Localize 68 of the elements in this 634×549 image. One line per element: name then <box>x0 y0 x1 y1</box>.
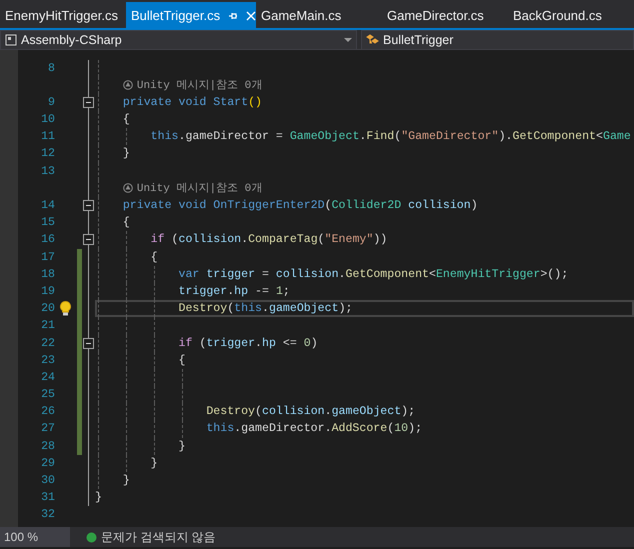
line-number: 29 <box>41 456 55 470</box>
code-line: { <box>150 250 158 264</box>
code-line: private void OnTriggerEnter2D(Collider2D collision) <box>122 199 478 212</box>
collapse-icon[interactable] <box>83 96 94 108</box>
line-number: 27 <box>41 422 55 436</box>
unity-icon <box>122 80 133 90</box>
code-line: { <box>122 113 130 126</box>
code-line: trigger.hp -= 1; <box>177 284 290 298</box>
line-number: 19 <box>41 284 55 298</box>
check-circle-icon <box>86 532 97 542</box>
line-number: 14 <box>41 199 55 212</box>
editor-tab[interactable]: GameDirector.cs <box>382 2 508 30</box>
line-number: 20 <box>41 302 55 316</box>
code-line: var trigger = collision.GetComponent<EnemyHitTrigger>(); <box>177 268 568 281</box>
problems-status[interactable]: 문제가 검색되지 않음 <box>101 527 216 547</box>
code-line: Destroy(this.gameObject); <box>177 302 352 316</box>
code-line: this.gameDirector.AddScore(10); <box>205 422 422 436</box>
code-line: } <box>122 474 130 487</box>
code-line: } <box>122 147 130 160</box>
line-number: 21 <box>41 319 55 332</box>
class-dropdown[interactable]: BulletTrigger <box>361 30 634 50</box>
unity-icon <box>122 182 133 193</box>
code-line: { <box>177 354 186 367</box>
editor-tab[interactable]: BackGround.cs <box>508 2 634 30</box>
code-line: } <box>95 491 102 504</box>
code-line: this.gameDirector = GameObject.Find("GameDirector").GetComponent<Game <box>150 130 631 144</box>
line-number: 24 <box>41 370 55 384</box>
line-number: 12 <box>41 147 55 160</box>
zoom-level[interactable]: 100 % <box>0 527 70 547</box>
code-line: } <box>177 440 186 453</box>
line-number: 22 <box>41 336 55 350</box>
line-number: 13 <box>41 164 55 178</box>
line-number: 31 <box>41 491 55 504</box>
collapse-icon[interactable] <box>83 338 94 348</box>
line-number: 17 <box>41 250 55 264</box>
line-number: 18 <box>41 268 55 281</box>
line-number: 23 <box>41 354 55 367</box>
class-icon <box>366 34 379 46</box>
dropdown-caret-icon <box>344 38 352 42</box>
line-number: 9 <box>48 96 55 109</box>
line-number: 8 <box>48 62 55 74</box>
project-icon <box>5 34 17 46</box>
collapse-icon[interactable] <box>83 200 94 211</box>
code-line: Destroy(collision.gameObject); <box>205 405 416 418</box>
pin-icon[interactable] <box>228 11 238 21</box>
close-icon[interactable] <box>246 11 256 21</box>
collapse-icon[interactable] <box>83 234 94 246</box>
project-dropdown[interactable]: Assembly-CSharp <box>0 30 357 50</box>
code-line: } <box>150 456 158 470</box>
codelens-text[interactable]: Unity 메시지|참조 0개 <box>136 80 262 92</box>
code-line: if (trigger.hp <= 0) <box>177 336 318 350</box>
line-number: 16 <box>41 233 55 246</box>
line-number: 26 <box>41 405 55 418</box>
code-line: { <box>122 216 130 230</box>
line-number: 32 <box>41 508 55 522</box>
codelens-text[interactable]: Unity 메시지|참조 0개 <box>136 182 262 195</box>
line-number: 10 <box>41 113 55 126</box>
code-line: private void Start() <box>122 96 262 109</box>
line-number: 11 <box>41 130 55 144</box>
editor-tab[interactable]: BulletTrigger.cs <box>126 2 256 30</box>
line-number: 28 <box>41 440 55 453</box>
line-number: 30 <box>41 474 55 487</box>
code-line: if (collision.CompareTag("Enemy")) <box>150 233 388 246</box>
line-number: 25 <box>41 388 55 402</box>
editor-tab[interactable]: EnemyHitTrigger.cs <box>0 2 126 30</box>
line-number: 15 <box>41 216 55 230</box>
lightbulb-icon[interactable] <box>60 301 70 316</box>
editor-tab[interactable]: GameMain.cs <box>256 2 382 30</box>
